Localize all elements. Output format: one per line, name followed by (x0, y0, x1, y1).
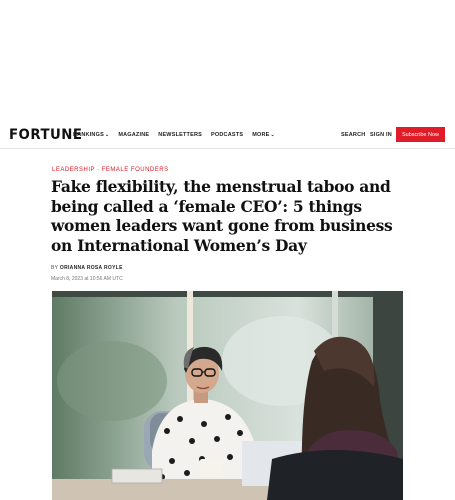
nav-rankings[interactable]: RANKINGS⌄ (73, 132, 109, 138)
nav-more-label: MORE (252, 132, 270, 138)
nav-more[interactable]: MORE⌄ (252, 132, 275, 138)
article-hero-image (52, 291, 403, 500)
article-category: LEADERSHIP · FEMALE FOUNDERS (52, 167, 169, 173)
category-female-founders[interactable]: FEMALE FOUNDERS (102, 167, 169, 173)
subscribe-button[interactable]: Subscribe Now (396, 127, 445, 142)
byline: BY ORIANNA ROSA ROYLE (51, 265, 123, 271)
article-headline: Fake flexibility, the menstrual taboo an… (51, 177, 393, 255)
nav-newsletters[interactable]: NEWSLETTERS (158, 132, 202, 138)
category-separator: · (94, 167, 102, 173)
nav-magazine[interactable]: MAGAZINE (118, 132, 149, 138)
nav-podcasts-label: PODCASTS (211, 132, 244, 138)
nav-magazine-label: MAGAZINE (118, 132, 150, 138)
byline-prefix: BY (51, 265, 59, 271)
chevron-down-icon: ⌄ (104, 132, 110, 138)
author-link[interactable]: ORIANNA ROSA ROYLE (60, 265, 123, 271)
main-nav: RANKINGS⌄ MAGAZINE NEWSLETTERS PODCASTS … (73, 132, 275, 138)
fortune-logo[interactable]: FORTUNE (9, 127, 82, 143)
category-leadership[interactable]: LEADERSHIP (52, 167, 95, 173)
site-header: FORTUNE RANKINGS⌄ MAGAZINE NEWSLETTERS P… (0, 124, 455, 149)
nav-rankings-label: RANKINGS (73, 132, 104, 138)
office-meeting-illustration (52, 291, 403, 500)
publish-date: March 8, 2023 at 10:56 AM UTC (51, 276, 123, 282)
nav-newsletters-label: NEWSLETTERS (158, 132, 203, 138)
chevron-down-icon: ⌄ (270, 132, 275, 138)
search-link[interactable]: SEARCH (341, 132, 365, 138)
sign-in-link[interactable]: SIGN IN (370, 132, 392, 138)
nav-podcasts[interactable]: PODCASTS (211, 132, 243, 138)
